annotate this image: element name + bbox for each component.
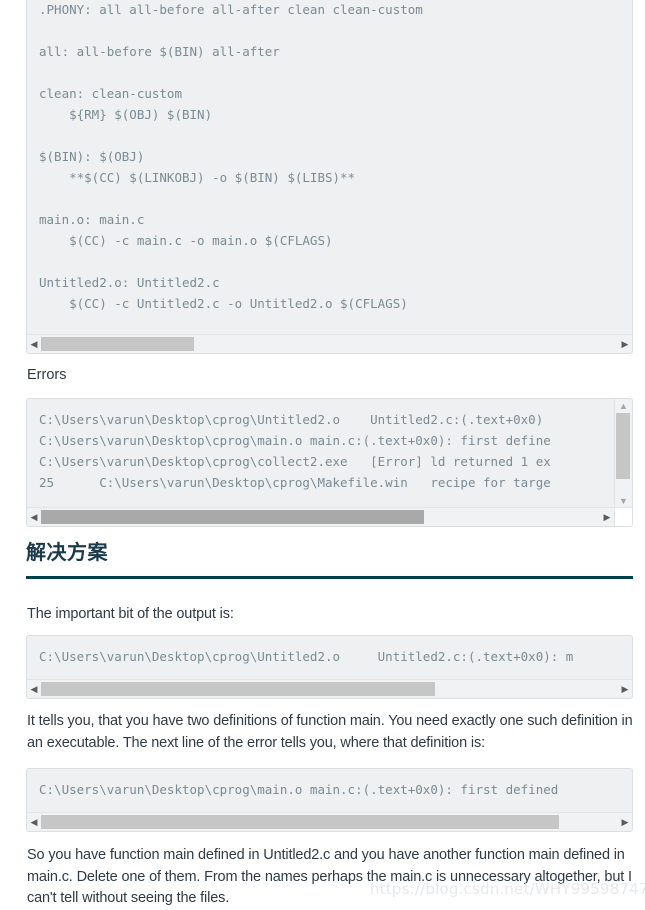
- solution-2-scroll-thumb[interactable]: [41, 815, 559, 829]
- scroll-left-arrow-icon[interactable]: ◀: [27, 335, 41, 353]
- solution-paragraph-1: It tells you, that you have two definiti…: [27, 713, 633, 751]
- solution-heading-rule: [26, 576, 633, 579]
- article-page: .PHONY: all all-before all-after clean c…: [0, 0, 645, 909]
- makefile-code-text: .PHONY: all all-before all-after clean c…: [39, 2, 423, 311]
- errors-scroll-track[interactable]: [41, 508, 600, 526]
- makefile-scroll-thumb[interactable]: [41, 337, 194, 351]
- makefile-code-block: .PHONY: all all-before all-after clean c…: [26, 0, 633, 354]
- errors-label: Errors: [27, 367, 67, 383]
- scrollbar-corner: [614, 508, 632, 526]
- solution-code-1-text: C:\Users\varun\Desktop\cprog\Untitled2.o…: [39, 649, 574, 664]
- errors-scroll-thumb[interactable]: [41, 510, 424, 524]
- solution-2-scroll-track[interactable]: [41, 813, 618, 831]
- makefile-scroll-track[interactable]: [41, 335, 618, 353]
- solution-heading-text: 解决方案: [26, 542, 108, 564]
- errors-horizontal-scrollbar[interactable]: ◀ ▶: [27, 507, 632, 526]
- scroll-up-arrow-icon[interactable]: ▲: [615, 399, 632, 413]
- errors-vertical-scrollbar[interactable]: ▲ ▼: [614, 399, 632, 508]
- makefile-horizontal-scrollbar[interactable]: ◀ ▶: [27, 334, 632, 353]
- solution-paragraph-2: So you have function main defined in Unt…: [27, 847, 632, 906]
- scroll-right-arrow-icon[interactable]: ▶: [600, 508, 614, 526]
- scroll-down-arrow-icon[interactable]: ▼: [615, 494, 632, 508]
- solution-code-block-2: C:\Users\varun\Desktop\cprog\main.o main…: [26, 768, 633, 832]
- errors-code-text: C:\Users\varun\Desktop\cprog\Untitled2.o…: [39, 412, 551, 490]
- scroll-left-arrow-icon[interactable]: ◀: [27, 813, 41, 831]
- scroll-right-arrow-icon[interactable]: ▶: [618, 680, 632, 698]
- solution-heading: 解决方案: [26, 540, 633, 566]
- solution-2-horizontal-scrollbar[interactable]: ◀ ▶: [27, 812, 632, 831]
- solution-code-2-text: C:\Users\varun\Desktop\cprog\main.o main…: [39, 782, 559, 797]
- solution-1-scroll-thumb[interactable]: [41, 682, 435, 696]
- solution-1-scroll-track[interactable]: [41, 680, 618, 698]
- errors-code-block: C:\Users\varun\Desktop\cprog\Untitled2.o…: [26, 398, 633, 527]
- errors-vscroll-thumb[interactable]: [616, 413, 630, 479]
- scroll-left-arrow-icon[interactable]: ◀: [27, 508, 41, 526]
- solution-intro-text: The important bit of the output is:: [27, 606, 234, 622]
- scroll-right-arrow-icon[interactable]: ▶: [618, 813, 632, 831]
- errors-vscroll-track[interactable]: [615, 413, 632, 494]
- solution-1-horizontal-scrollbar[interactable]: ◀ ▶: [27, 679, 632, 698]
- scroll-right-arrow-icon[interactable]: ▶: [618, 335, 632, 353]
- solution-code-block-1: C:\Users\varun\Desktop\cprog\Untitled2.o…: [26, 635, 633, 699]
- scroll-left-arrow-icon[interactable]: ◀: [27, 680, 41, 698]
